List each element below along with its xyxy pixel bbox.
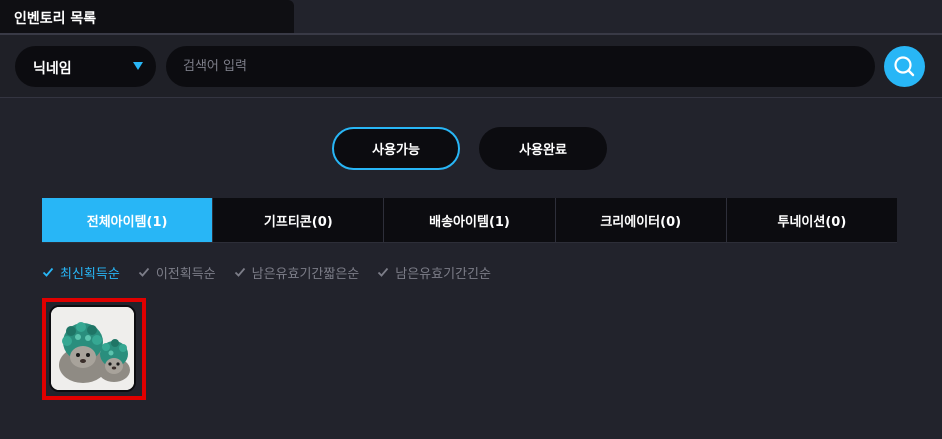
title-bar: 인벤토리 목록 [0,0,942,35]
tab-label: 기프티콘(0) [263,214,333,230]
tab-label: 크리에이터(0) [600,214,682,230]
check-icon [42,267,54,277]
chevron-down-icon [133,62,143,70]
status-used-button[interactable]: 사용완료 [479,127,607,170]
search-input[interactable] [166,46,875,87]
check-icon [378,267,389,277]
sort-expiry-long[interactable]: 남은유효기간긴순 [377,263,491,282]
sort-label: 이전획득순 [155,266,216,282]
inventory-item-card[interactable] [49,305,136,392]
check-icon [138,267,149,277]
search-button[interactable] [884,46,925,87]
category-tabs: 전체아이템(1) 기프티콘(0) 배송아이템(1) 크리에이터(0) 투네이션(… [42,198,897,243]
tab-label: 투네이션(0) [777,214,847,230]
page-title: 인벤토리 목록 [14,11,97,27]
sort-options: 최신획득순 이전획득순 남은유효기간짧은순 남은유효기간긴순 [42,263,491,282]
sort-expiry-short[interactable]: 남은유효기간짧은순 [234,263,360,282]
tab-toonation[interactable]: 투네이션(0) [727,198,897,242]
search-filter-select[interactable]: 닉네임 [15,46,156,87]
sort-label: 최신획득순 [60,266,120,282]
tab-label: 전체아이템(1) [86,214,168,230]
tab-creator[interactable]: 크리에이터(0) [556,198,727,242]
tab-label: 배송아이템(1) [429,214,510,230]
search-icon [894,56,915,77]
tab-gifticon[interactable]: 기프티콘(0) [213,198,385,242]
hedgehog-plush-image [51,307,134,390]
sort-label: 남은유효기간긴순 [395,266,491,282]
status-available-label: 사용가능 [372,143,420,158]
sort-label: 남은유효기간짧은순 [251,266,360,282]
title-tab: 인벤토리 목록 [0,0,294,34]
tab-delivery-items[interactable]: 배송아이템(1) [384,198,556,242]
status-used-label: 사용완료 [519,143,567,158]
sort-oldest[interactable]: 이전획득순 [138,263,216,282]
status-available-button[interactable]: 사용가능 [332,127,460,170]
tab-all-items[interactable]: 전체아이템(1) [42,198,214,242]
search-bar-divider [0,97,942,98]
search-filter-label: 닉네임 [33,61,72,77]
sort-newest[interactable]: 최신획득순 [42,263,120,282]
check-icon [234,267,245,277]
